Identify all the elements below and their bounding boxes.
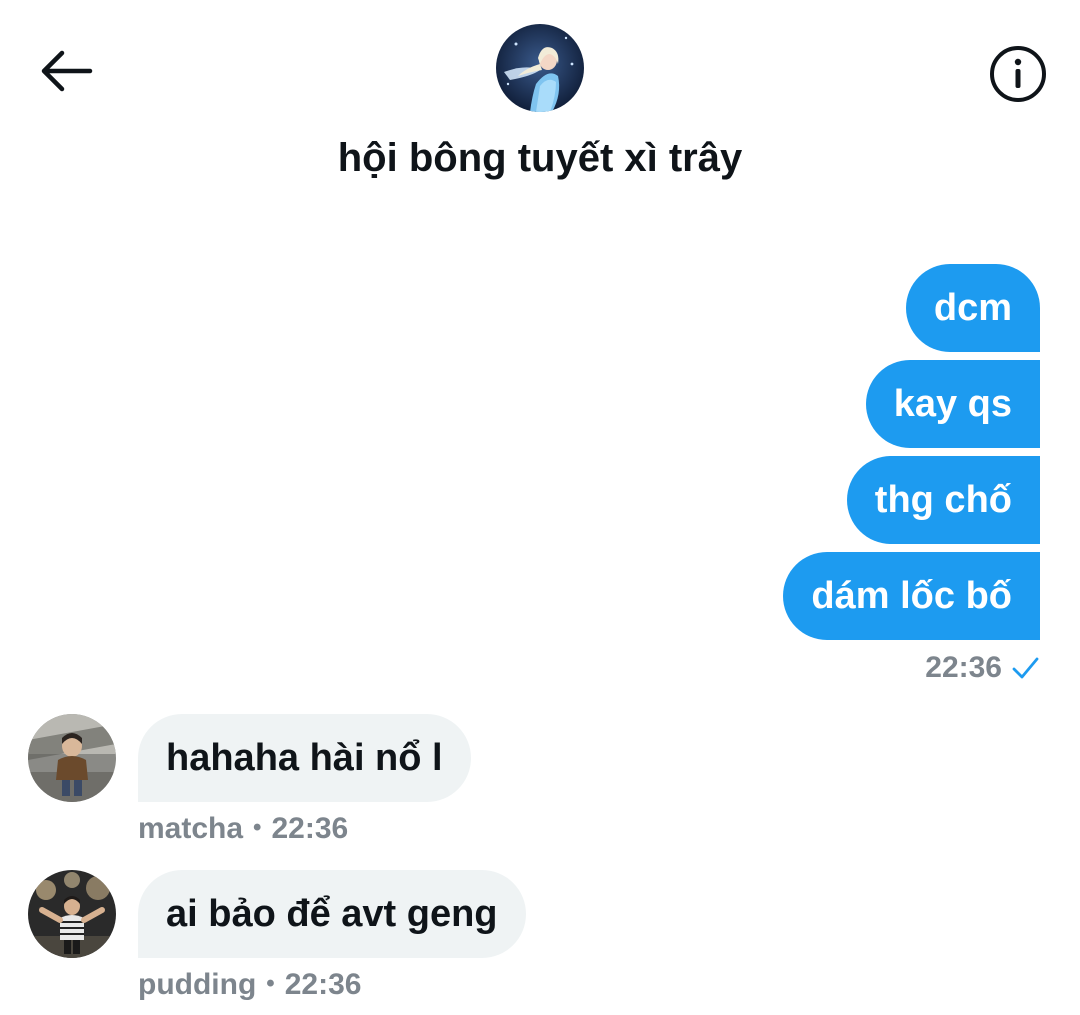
sent-check-icon (1012, 657, 1039, 679)
meta-separator: • (266, 970, 275, 997)
outgoing-message-bubble[interactable]: kay qs (865, 360, 1040, 448)
group-avatar[interactable] (496, 24, 584, 112)
user-avatar-image (28, 870, 116, 958)
back-button[interactable] (36, 44, 96, 98)
elsa-avatar-image (496, 24, 584, 112)
sender-name[interactable]: matcha (138, 812, 243, 845)
info-circle-icon (990, 46, 1046, 102)
outgoing-message-bubble[interactable]: dám lốc bố (783, 552, 1040, 640)
outgoing-message-bubble[interactable]: dcm (905, 264, 1040, 352)
arrow-left-icon (41, 50, 93, 92)
meta-separator: • (253, 814, 262, 841)
user-avatar-image (28, 714, 116, 802)
incoming-message-meta: pudding • 22:36 (138, 964, 361, 1004)
incoming-timestamp: 22:36 (271, 812, 349, 845)
conversation-info-button[interactable] (988, 44, 1048, 104)
incoming-timestamp: 22:36 (284, 968, 362, 1001)
avatar-matcha[interactable] (28, 714, 116, 802)
avatar-pudding[interactable] (28, 870, 116, 958)
incoming-message-bubble[interactable]: hahaha hài nổ l (138, 714, 471, 802)
outgoing-message-meta: 22:36 (925, 646, 1040, 690)
incoming-message-meta: matcha • 22:36 (138, 808, 348, 848)
sender-name[interactable]: pudding (138, 968, 256, 1001)
incoming-message-bubble[interactable]: ai bảo để avt geng (138, 870, 526, 958)
conversation-title: hội bông tuyết xì trây (337, 136, 743, 180)
outgoing-message-bubble[interactable]: thg chố (846, 456, 1040, 544)
outgoing-timestamp: 22:36 (925, 651, 1002, 684)
